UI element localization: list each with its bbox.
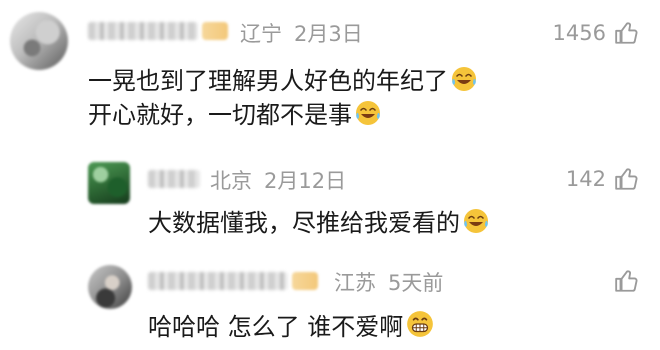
username-blurred[interactable] <box>148 272 288 290</box>
grinning-emoji <box>407 311 434 337</box>
comment-text: 大数据懂我，尽推给我爱看的 <box>148 206 490 240</box>
comment-line: 大数据懂我，尽推给我爱看的 <box>148 206 490 240</box>
level-badge <box>292 272 318 290</box>
comment-text: 一晃也到了理解男人好色的年纪了 开心就好，一切都不是事 <box>88 64 478 132</box>
date: 2月12日 <box>264 169 347 193</box>
reply-2: 江苏 5天前 哈哈哈 怎么了 谁不爱啊 <box>0 255 660 350</box>
comment-line: 一晃也到了理解男人好色的年纪了 <box>88 64 478 98</box>
laughing-tears-emoji <box>464 209 488 233</box>
location: 辽宁 <box>240 22 282 46</box>
thumbs-up-icon <box>615 270 638 292</box>
thumbs-up-icon <box>615 22 638 44</box>
thumbs-up-icon <box>615 168 638 190</box>
like-button[interactable]: 1456 <box>553 20 640 46</box>
like-button[interactable]: 142 <box>566 166 640 192</box>
username-blurred[interactable] <box>148 170 200 188</box>
like-button[interactable] <box>606 268 640 294</box>
avatar[interactable] <box>10 12 68 70</box>
like-count: 142 <box>565 167 606 191</box>
comment-meta: 江苏 5天前 <box>334 267 443 297</box>
avatar[interactable] <box>88 265 132 309</box>
comment-text: 哈哈哈 怎么了 谁不爱啊 <box>148 309 435 344</box>
username-blurred[interactable] <box>88 22 198 40</box>
avatar[interactable] <box>88 162 130 204</box>
comment-meta: 辽宁 2月3日 <box>240 18 363 48</box>
reply-1: 北京 2月12日 142 大数据懂我，尽推给我爱看的 <box>0 150 660 255</box>
comment-meta: 北京 2月12日 <box>210 165 346 195</box>
comment-line: 哈哈哈 怎么了 谁不爱啊 <box>148 309 435 344</box>
location: 北京 <box>210 169 252 193</box>
laughing-tears-emoji <box>356 101 380 125</box>
comment-1: 辽宁 2月3日 1456 一晃也到了理解男人好色的年纪了 开心就好，一切都不是事 <box>0 0 660 150</box>
date: 2月3日 <box>294 22 363 46</box>
laughing-tears-emoji <box>452 67 476 91</box>
date: 5天前 <box>388 271 444 295</box>
level-badge <box>202 22 228 40</box>
comment-line: 开心就好，一切都不是事 <box>88 98 478 132</box>
location: 江苏 <box>334 271 376 295</box>
like-count: 1456 <box>552 21 606 45</box>
